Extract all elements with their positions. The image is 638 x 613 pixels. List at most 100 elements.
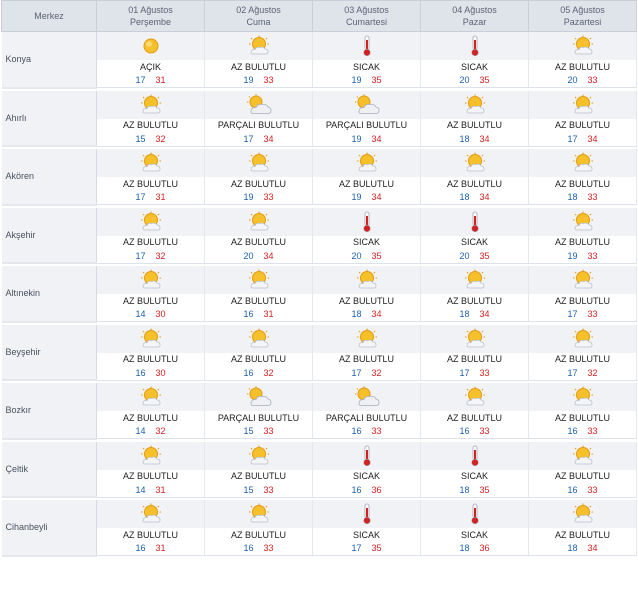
high-temp: 33 bbox=[263, 75, 274, 85]
high-temp: 33 bbox=[263, 426, 274, 436]
low-temp: 17 bbox=[567, 309, 578, 319]
high-temp: 33 bbox=[263, 192, 274, 202]
low-temp: 20 bbox=[567, 75, 578, 85]
condition-text: AZ BULUTLU bbox=[528, 60, 637, 73]
temperature-cell: 19 34 bbox=[312, 131, 421, 147]
high-temp: 35 bbox=[479, 75, 490, 85]
low-temp: 14 bbox=[135, 484, 146, 495]
city-name[interactable]: Bozkır bbox=[1, 383, 97, 440]
high-temp: 33 bbox=[587, 75, 598, 85]
sun-small-cloud-icon bbox=[96, 90, 205, 119]
city-icon-row: Konya bbox=[1, 31, 637, 89]
city-temp-row: 15 32 17 34 19 34 18 34 17 34 bbox=[2, 131, 637, 147]
low-temp: 19 bbox=[567, 250, 578, 261]
condition-text: SICAK bbox=[312, 528, 421, 541]
high-temp: 36 bbox=[479, 543, 490, 553]
city-name[interactable]: Beyşehir bbox=[1, 324, 97, 381]
high-temp: 33 bbox=[587, 426, 598, 436]
temperature-cell: 17 32 bbox=[96, 248, 205, 264]
low-temp: 19 bbox=[351, 133, 362, 144]
city-name[interactable]: Altınekin bbox=[1, 266, 97, 323]
thermometer-icon bbox=[312, 207, 421, 236]
temperature-cell: 18 34 bbox=[312, 307, 421, 322]
low-temp: 18 bbox=[459, 309, 470, 319]
sun-small-cloud-icon bbox=[528, 324, 637, 353]
high-temp: 35 bbox=[479, 484, 490, 495]
condition-text: AZ BULUTLU bbox=[420, 294, 529, 307]
day-name: Perşembe bbox=[129, 17, 172, 27]
high-temp: 33 bbox=[263, 484, 274, 495]
city-name[interactable]: Çeltik bbox=[1, 441, 97, 498]
condition-text: AZ BULUTLU bbox=[96, 177, 205, 190]
temperature-cell: 18 35 bbox=[420, 482, 529, 498]
city-name[interactable]: Akören bbox=[1, 149, 97, 206]
condition-text: SICAK bbox=[312, 469, 421, 483]
day-date: 01 Ağustos bbox=[128, 5, 173, 15]
low-temp: 20 bbox=[243, 250, 254, 261]
city-icon-row: Akşehir bbox=[1, 207, 637, 264]
condition-text: PARÇALI BULUTLU bbox=[204, 411, 313, 424]
sun-small-cloud-icon bbox=[528, 266, 637, 294]
condition-text: PARÇALI BULUTLU bbox=[312, 118, 421, 132]
high-temp: 33 bbox=[263, 543, 274, 553]
temperature-cell: 20 35 bbox=[420, 248, 529, 264]
high-temp: 35 bbox=[371, 75, 382, 85]
low-temp: 19 bbox=[351, 192, 362, 202]
high-temp: 33 bbox=[587, 309, 598, 319]
spacer-cell bbox=[1, 555, 637, 559]
low-temp: 16 bbox=[135, 543, 146, 553]
partly-cloudy-icon bbox=[312, 90, 421, 119]
city-name[interactable]: Akşehir bbox=[1, 207, 97, 264]
sun-small-cloud-icon bbox=[96, 441, 205, 470]
city-name[interactable]: Cihanbeyli bbox=[1, 500, 97, 557]
low-temp: 17 bbox=[135, 75, 146, 85]
high-temp: 35 bbox=[371, 250, 382, 261]
sun-small-cloud-icon bbox=[420, 324, 529, 353]
condition-text: AZ BULUTLU bbox=[528, 177, 637, 190]
condition-text: SICAK bbox=[312, 60, 421, 73]
sun-small-cloud-icon bbox=[312, 266, 421, 294]
city-condition-row: AZ BULUTLU PARÇALI BULUTLU PARÇALI BULUTLU… bbox=[2, 118, 637, 132]
city-name[interactable]: Konya bbox=[1, 31, 97, 89]
temperature-cell: 17 31 bbox=[96, 190, 205, 205]
low-temp: 18 bbox=[459, 484, 470, 495]
city-name[interactable]: Ahırlı bbox=[1, 90, 97, 147]
temperature-cell: 16 33 bbox=[528, 424, 637, 439]
city-condition-row: AZ BULUTLU PARÇALI BULUTLU PARÇALI BULUTLU… bbox=[2, 411, 637, 424]
high-temp: 32 bbox=[155, 426, 166, 436]
city-condition-row: AZ BULUTLU AZ BULUTLU AZ BULUTLU AZ BULUTLU… bbox=[2, 294, 637, 307]
header-row: Merkez 01 Ağustos Perşembe 02 Ağustos Cuma… bbox=[1, 0, 637, 32]
low-temp: 18 bbox=[459, 133, 470, 144]
high-temp: 32 bbox=[155, 250, 166, 261]
high-temp: 32 bbox=[263, 367, 274, 378]
temperature-cell: 17 34 bbox=[204, 131, 313, 147]
temperature-cell: 17 31 bbox=[96, 73, 205, 88]
city-condition-row: AZ BULUTLU AZ BULUTLU AZ BULUTLU AZ BULUTLU… bbox=[2, 177, 637, 190]
city-condition-row: AZ BULUTLU AZ BULUTLU SICAK SICAK AZ BULUTLU bbox=[2, 528, 637, 541]
sun-small-cloud-icon bbox=[420, 90, 529, 119]
temperature-cell: 19 35 bbox=[312, 73, 421, 88]
temperature-cell: 19 33 bbox=[528, 248, 637, 264]
day-header: 03 Ağustos Cumartesi bbox=[312, 0, 421, 32]
temperature-cell: 16 33 bbox=[312, 424, 421, 439]
condition-text: SICAK bbox=[420, 60, 529, 73]
high-temp: 34 bbox=[479, 309, 490, 319]
temperature-cell: 17 32 bbox=[528, 365, 637, 381]
temperature-cell: 16 31 bbox=[96, 541, 205, 556]
high-temp: 34 bbox=[587, 133, 598, 144]
low-temp: 16 bbox=[567, 484, 578, 495]
city-icon-row: Cihanbeyli bbox=[1, 500, 637, 557]
condition-text: AZ BULUTLU bbox=[528, 528, 637, 541]
temperature-cell: 20 34 bbox=[204, 248, 313, 264]
condition-text: AZ BULUTLU bbox=[96, 235, 205, 249]
condition-text: SICAK bbox=[420, 235, 529, 249]
temperature-cell: 17 33 bbox=[420, 365, 529, 381]
temperature-cell: 16 32 bbox=[204, 365, 313, 381]
temperature-cell: 15 33 bbox=[204, 482, 313, 498]
high-temp: 31 bbox=[155, 192, 166, 202]
weather-forecast-table: Merkez 01 Ağustos Perşembe 02 Ağustos Cuma… bbox=[1, 0, 637, 559]
temperature-cell: 18 34 bbox=[420, 190, 529, 205]
high-temp: 33 bbox=[587, 250, 598, 261]
city-icon-row: Altınekin bbox=[1, 266, 637, 323]
temperature-cell: 20 35 bbox=[312, 248, 421, 264]
